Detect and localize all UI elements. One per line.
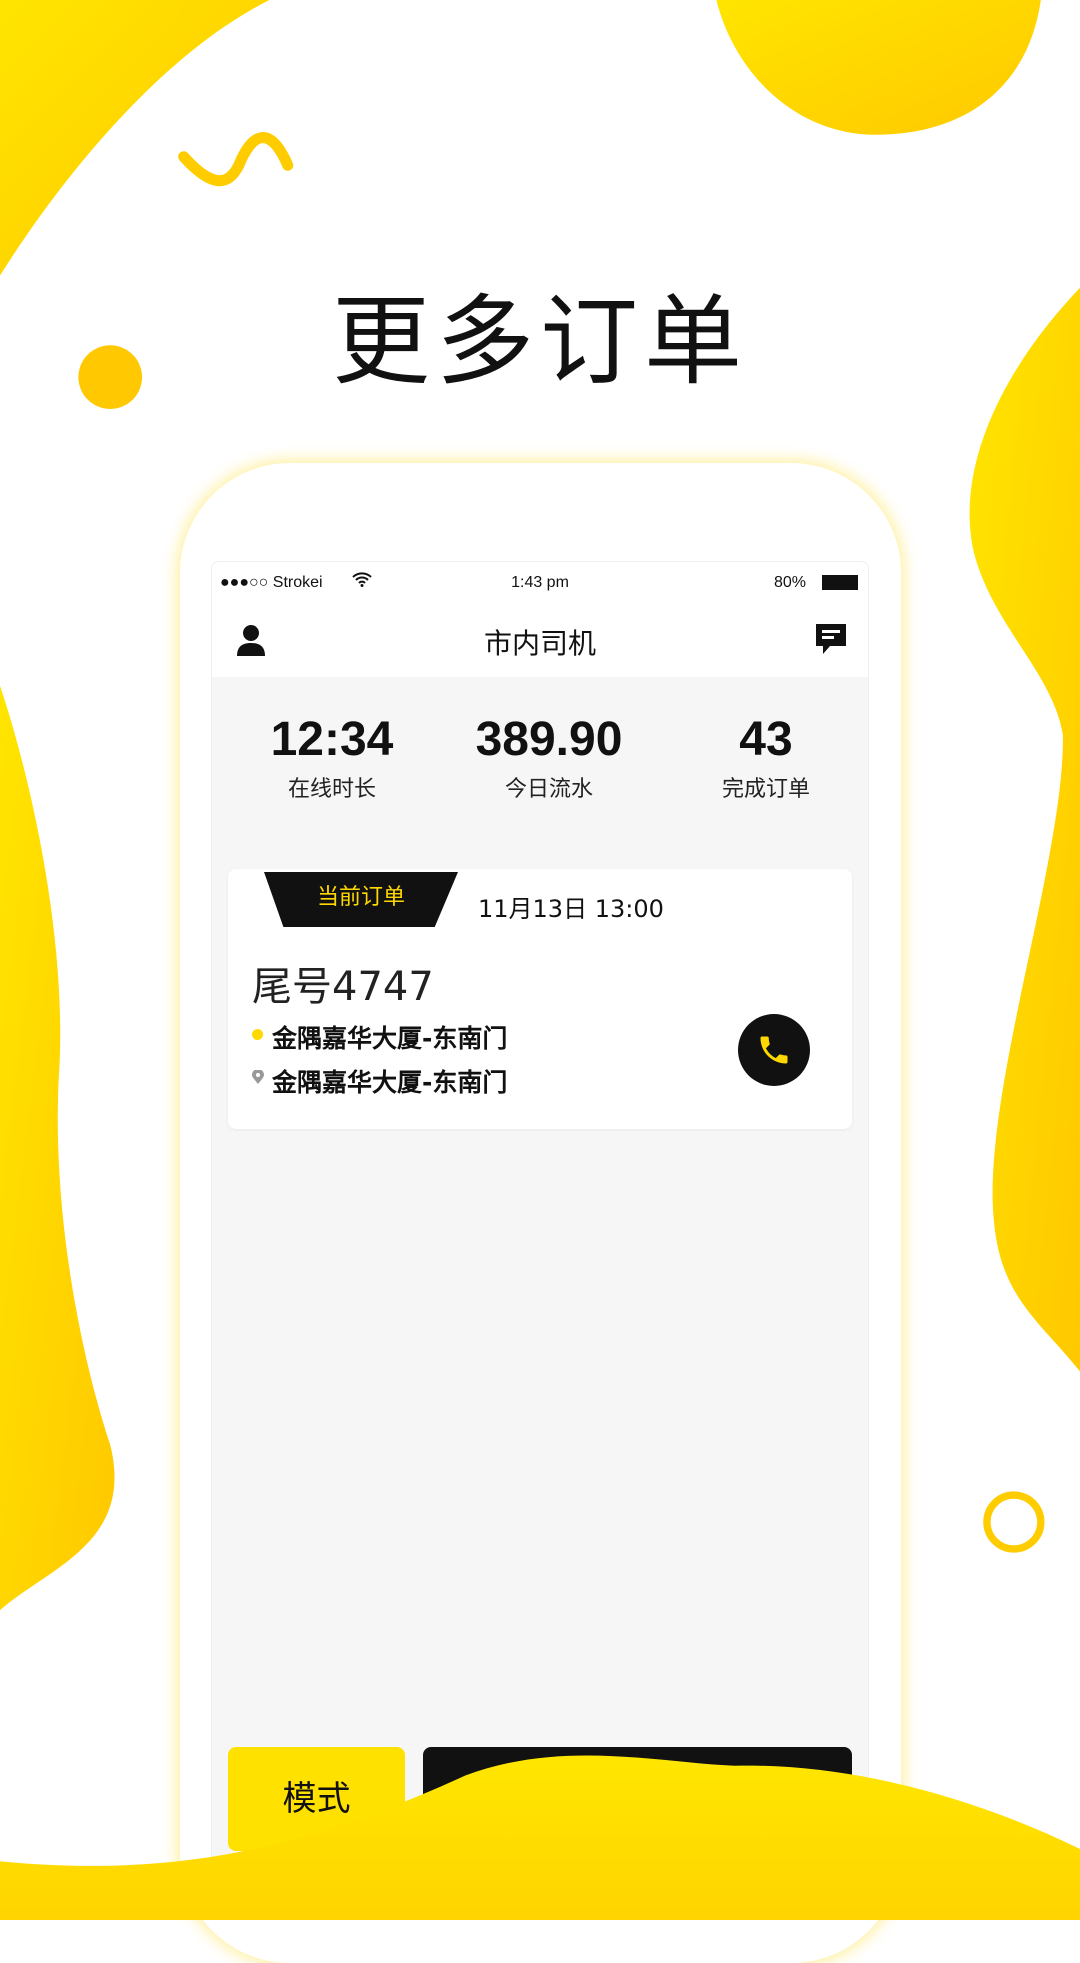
stat-completed-orders: 43 完成订单 — [666, 712, 866, 803]
call-button[interactable] — [738, 1014, 810, 1086]
nav-bar: 市内司机 — [212, 602, 868, 677]
message-icon[interactable] — [816, 624, 846, 660]
stat-label: 在线时长 — [287, 777, 376, 802]
stat-label: 完成订单 — [721, 777, 810, 802]
plate-number: 尾号4747 — [252, 964, 434, 1010]
pickup-dot-icon — [252, 1029, 263, 1040]
primary-action-button[interactable] — [423, 1747, 852, 1851]
battery-percent: 80% — [773, 574, 806, 591]
order-datetime: 11月13日 13:00 — [478, 895, 664, 923]
clock: 1:43 pm — [511, 574, 569, 591]
status-bar: ●●●○○ Strokei 1:43 pm 80% — [212, 562, 868, 602]
pickup-address: 金隅嘉华大厦-东南门 — [272, 1024, 508, 1053]
nav-title: 市内司机 — [483, 627, 596, 660]
phone-icon — [760, 1036, 788, 1064]
stat-value: 389.90 — [475, 713, 623, 766]
mode-button[interactable]: 模式 — [228, 1747, 405, 1851]
stat-label: 今日流水 — [504, 777, 593, 802]
app-screen: ●●●○○ Strokei 1:43 pm 80% 市内司机 12:34 在线时长… — [211, 561, 869, 1871]
location-pin-icon — [252, 1069, 264, 1088]
stat-value: 12:34 — [270, 713, 394, 766]
dropoff-address: 金隅嘉华大厦-东南门 — [272, 1068, 508, 1097]
battery-icon — [822, 575, 858, 590]
headline: 更多订单 — [331, 285, 748, 399]
current-order-card[interactable]: 当前订单 11月13日 13:00 尾号4747 金隅嘉华大厦-东南门 金隅嘉华… — [228, 869, 852, 1129]
current-order-tag: 当前订单 — [264, 872, 458, 927]
stat-today-income: 389.90 今日流水 — [449, 712, 649, 803]
stat-online-time: 12:34 在线时长 — [232, 712, 432, 803]
stat-value: 43 — [739, 713, 793, 766]
